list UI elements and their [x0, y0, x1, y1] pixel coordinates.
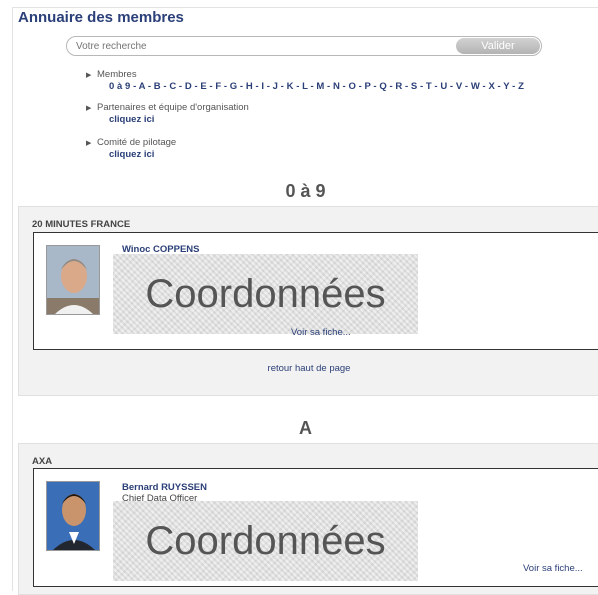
alphabet-index: 0 à 9 - A - B - C - D - E - F - G - H - …: [109, 81, 524, 92]
letter-separator: -: [494, 81, 504, 92]
company-name: AXA: [32, 456, 53, 467]
letter-separator: -: [221, 81, 230, 92]
letter-link[interactable]: W: [471, 81, 480, 92]
nav-committee: ▶ Comité de pilotage cliquez ici: [86, 137, 176, 160]
coordinates-overlay: Coordonnées: [113, 254, 418, 334]
back-to-top-link[interactable]: retour haut de page: [19, 363, 598, 374]
letter-link[interactable]: 0 à 9: [109, 81, 130, 92]
nav-partners-label: Partenaires et équipe d'organisation: [97, 102, 249, 113]
nav-committee-label: Comité de pilotage: [97, 137, 177, 148]
nav-members-label: Membres: [97, 69, 137, 80]
letter-separator: -: [417, 81, 426, 92]
page-title: Annuaire des membres: [18, 9, 184, 26]
letter-separator: -: [145, 81, 154, 92]
letter-separator: -: [462, 81, 471, 92]
section-heading-0-9: 0 à 9: [285, 181, 326, 201]
triangle-right-icon: ▶: [86, 105, 92, 112]
committee-link[interactable]: cliquez ici: [109, 149, 176, 160]
search-input[interactable]: [76, 39, 446, 53]
view-profile-link[interactable]: Voir sa fiche...: [523, 563, 583, 574]
submit-button[interactable]: Valider: [456, 38, 540, 54]
letter-link[interactable]: B: [154, 81, 161, 92]
coordinates-overlay: Coordonnées: [113, 501, 418, 581]
letter-link[interactable]: D: [185, 81, 192, 92]
member-card: Bernard RUYSSEN Chief Data Officer Coord…: [33, 468, 598, 587]
letter-link[interactable]: O: [348, 81, 355, 92]
letter-separator: -: [509, 81, 519, 92]
letter-link[interactable]: Q: [379, 81, 386, 92]
letter-separator: -: [447, 81, 456, 92]
member-photo: [46, 245, 100, 315]
letter-separator: -: [264, 81, 273, 92]
letter-link[interactable]: Z: [518, 81, 524, 92]
letter-link[interactable]: H: [246, 81, 253, 92]
letter-separator: -: [237, 81, 246, 92]
nav-members: ▶ Membres 0 à 9 - A - B - C - D - E - F -…: [86, 69, 524, 92]
view-profile-link[interactable]: Voir sa fiche...: [291, 327, 351, 338]
nav-partners: ▶ Partenaires et équipe d'organisation cl…: [86, 102, 249, 125]
letter-link[interactable]: K: [287, 81, 294, 92]
letter-separator: -: [176, 81, 185, 92]
section-heading-a: A: [299, 418, 312, 438]
triangle-right-icon: ▶: [86, 72, 92, 79]
letter-separator: -: [402, 81, 411, 92]
page-top-border: [12, 7, 598, 8]
triangle-right-icon: ▶: [86, 140, 92, 147]
letter-separator: -: [277, 81, 287, 92]
letter-separator: -: [293, 81, 303, 92]
member-card: Winoc COPPENS Coordonnées Voir sa fiche.…: [33, 232, 598, 350]
section-panel-a: AXA Bernard RUYSSEN Chief Data Officer C…: [18, 443, 598, 595]
search-bar: Valider: [66, 36, 542, 56]
page-left-border: [12, 7, 13, 591]
member-photo: [46, 481, 100, 551]
company-name: 20 MINUTES FRANCE: [32, 219, 131, 230]
letter-separator: -: [130, 81, 139, 92]
section-panel-0-9: 20 MINUTES FRANCE Winoc COPPENS Coordonn…: [18, 206, 598, 396]
letter-link[interactable]: N: [333, 81, 340, 92]
member-name[interactable]: Bernard RUYSSEN: [122, 482, 207, 493]
letter-separator: -: [355, 81, 365, 92]
letter-separator: -: [324, 81, 333, 92]
partners-link[interactable]: cliquez ici: [109, 114, 249, 125]
